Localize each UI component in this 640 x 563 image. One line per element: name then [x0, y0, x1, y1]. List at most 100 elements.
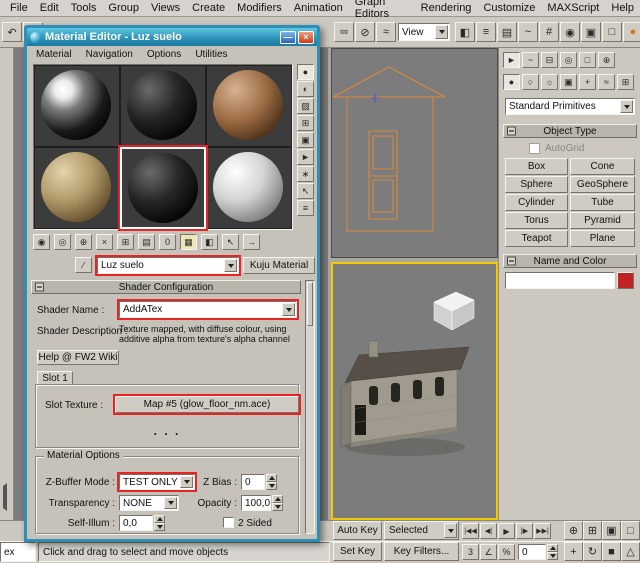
sample-tiling-icon[interactable]: ⊞: [297, 115, 314, 131]
menu-utilities[interactable]: Utilities: [188, 49, 234, 60]
sample-slot-5-selected[interactable]: [120, 147, 206, 229]
primitive-type-dropdown[interactable]: Standard Primitives: [505, 98, 635, 115]
play-icon[interactable]: ▶: [498, 523, 515, 539]
menu-animation[interactable]: Animation: [288, 1, 349, 15]
menu-customize[interactable]: Customize: [477, 1, 541, 15]
reference-coord-dropdown[interactable]: View: [398, 23, 450, 41]
menu-maxscript[interactable]: MAXScript: [541, 1, 605, 15]
go-to-start-icon[interactable]: |◀◀: [462, 523, 479, 539]
schematic-view-icon[interactable]: #: [539, 22, 559, 42]
two-sided-checkbox[interactable]: [223, 517, 234, 528]
collapse-icon[interactable]: [507, 127, 516, 136]
angle-snap-icon[interactable]: ∠: [480, 544, 497, 560]
sample-type-sphere-icon[interactable]: ●: [297, 64, 314, 80]
zbuffer-mode-dropdown[interactable]: TEST ONLY: [119, 474, 195, 490]
set-key-button[interactable]: Set Key: [333, 542, 382, 561]
collapse-icon[interactable]: [35, 283, 44, 292]
pyramid-button[interactable]: Pyramid: [570, 212, 635, 229]
get-material-icon[interactable]: ◉: [33, 234, 50, 250]
render-scene-icon[interactable]: ▣: [581, 22, 601, 42]
self-illum-spinner[interactable]: [154, 515, 165, 531]
material-editor-titlebar[interactable]: Material Editor - Luz suelo — ×: [27, 28, 317, 46]
motion-tab-icon[interactable]: ◎: [560, 52, 577, 68]
go-forward-icon[interactable]: →: [243, 234, 260, 250]
opacity-field[interactable]: 100,0: [241, 495, 271, 511]
key-filters-button[interactable]: Key Filters...: [384, 542, 459, 561]
chevron-down-icon[interactable]: [164, 497, 177, 509]
undo-icon[interactable]: ↶: [2, 22, 22, 42]
collapse-icon[interactable]: [507, 257, 516, 266]
transparency-dropdown[interactable]: NONE: [119, 495, 179, 511]
zbias-spinner[interactable]: [266, 474, 277, 490]
slot-1-tab[interactable]: Slot 1: [37, 371, 73, 385]
self-illum-field[interactable]: 0,0: [119, 515, 153, 531]
menu-material[interactable]: Material: [29, 49, 79, 60]
snap-toggle-icon[interactable]: 3: [462, 544, 479, 560]
assign-material-to-selection-icon[interactable]: ⊕: [75, 234, 92, 250]
frame-spinner[interactable]: [547, 544, 558, 560]
backlight-icon[interactable]: ◐: [297, 81, 314, 97]
torus-button[interactable]: Torus: [505, 212, 568, 229]
background-icon[interactable]: ▨: [297, 98, 314, 114]
go-to-parent-icon[interactable]: ↖: [222, 234, 239, 250]
scrollbar-thumb[interactable]: [307, 282, 313, 326]
chevron-down-icon[interactable]: [620, 100, 633, 113]
menu-options[interactable]: Options: [140, 49, 188, 60]
menu-help[interactable]: Help: [605, 1, 640, 15]
menu-edit[interactable]: Edit: [34, 1, 65, 15]
go-to-end-icon[interactable]: ▶▶|: [534, 523, 551, 539]
select-by-material-icon[interactable]: ↖: [297, 183, 314, 199]
close-button[interactable]: ×: [298, 31, 314, 44]
geosphere-button[interactable]: GeoSphere: [570, 176, 635, 193]
menu-group[interactable]: Group: [102, 1, 145, 15]
object-color-swatch[interactable]: [617, 272, 634, 289]
teapot-button[interactable]: Teapot: [505, 230, 568, 247]
next-frame-icon[interactable]: |▶: [516, 523, 533, 539]
space-warps-category-icon[interactable]: ≈: [598, 74, 615, 90]
plane-button[interactable]: Plane: [570, 230, 635, 247]
help-fw2-wiki-button[interactable]: Help @ FW2 Wiki: [37, 350, 119, 365]
front-viewport[interactable]: [331, 48, 498, 258]
make-material-copy-icon[interactable]: ⊞: [117, 234, 134, 250]
previous-frame-icon[interactable]: ◀|: [480, 523, 497, 539]
put-to-library-icon[interactable]: ▤: [138, 234, 155, 250]
lights-category-icon[interactable]: ☼: [541, 74, 558, 90]
make-preview-icon[interactable]: ►: [297, 149, 314, 165]
menu-views[interactable]: Views: [145, 1, 186, 15]
fov-icon[interactable]: △: [621, 542, 640, 561]
zoom-extents-icon[interactable]: ▣: [602, 521, 621, 540]
chevron-down-icon[interactable]: [224, 259, 237, 272]
current-frame-field[interactable]: 0: [518, 544, 546, 560]
perspective-viewport-active[interactable]: [331, 262, 498, 520]
minimize-button[interactable]: —: [280, 31, 296, 44]
pick-material-eyedropper-icon[interactable]: ∕: [75, 257, 92, 273]
arc-rotate-icon[interactable]: ↻: [583, 542, 602, 561]
shader-configuration-rollout[interactable]: Shader Configuration: [31, 280, 301, 294]
sample-slot-1[interactable]: [34, 65, 120, 147]
utilities-tab-icon[interactable]: ⊕: [598, 52, 615, 68]
display-tab-icon[interactable]: □: [579, 52, 596, 68]
pan-icon[interactable]: +: [564, 542, 583, 561]
hierarchy-tab-icon[interactable]: ⊟: [541, 52, 558, 68]
chevron-down-icon[interactable]: [180, 476, 193, 488]
chevron-down-icon[interactable]: [282, 303, 295, 316]
curve-editor-icon[interactable]: ~: [518, 22, 538, 42]
zoom-region-icon[interactable]: □: [621, 521, 640, 540]
systems-category-icon[interactable]: ⊞: [617, 74, 634, 90]
maximize-viewport-icon[interactable]: ■: [602, 542, 621, 561]
sample-slot-3[interactable]: [206, 65, 292, 147]
material-id-channel-icon[interactable]: 0: [159, 234, 176, 250]
auto-key-button[interactable]: Auto Key: [333, 521, 382, 540]
menu-navigation[interactable]: Navigation: [79, 49, 140, 60]
mirror-icon[interactable]: ◧: [455, 22, 475, 42]
maxscript-mini-listener[interactable]: ex: [0, 542, 36, 562]
zbias-field[interactable]: 0: [241, 474, 265, 490]
toolbar-collapse-icon[interactable]: [3, 496, 7, 508]
opacity-spinner[interactable]: [272, 495, 283, 511]
cone-button[interactable]: Cone: [570, 158, 635, 175]
material-map-navigator-icon[interactable]: ≡: [297, 200, 314, 216]
slot-texture-map-button[interactable]: Map #5 (glow_floor_nm.ace): [115, 396, 299, 413]
chevron-down-icon[interactable]: [444, 523, 457, 538]
kuju-material-button[interactable]: Kuju Material: [243, 257, 315, 274]
menu-rendering[interactable]: Rendering: [415, 1, 478, 15]
